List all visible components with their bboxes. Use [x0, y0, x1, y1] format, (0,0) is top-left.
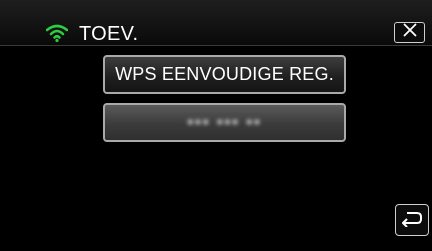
wifi-icon	[45, 24, 69, 43]
page-title: TOEV.	[79, 23, 139, 45]
back-icon	[401, 209, 423, 232]
wps-button-label: WPS EENVOUDIGE REG.	[115, 64, 334, 84]
title-bar: TOEV.	[0, 0, 432, 46]
wps-easy-registration-button[interactable]: WPS EENVOUDIGE REG.	[103, 55, 346, 94]
close-button[interactable]	[394, 22, 425, 43]
close-icon	[403, 23, 417, 42]
camera-screen: TOEV. WPS EENVOUDIGE REG. ▪▪▪ ▪▪▪ ▪▪	[0, 0, 432, 251]
network-entry-label: ▪▪▪ ▪▪▪ ▪▪	[187, 113, 262, 131]
network-entry-button[interactable]: ▪▪▪ ▪▪▪ ▪▪	[103, 103, 346, 142]
back-button[interactable]	[395, 204, 429, 236]
